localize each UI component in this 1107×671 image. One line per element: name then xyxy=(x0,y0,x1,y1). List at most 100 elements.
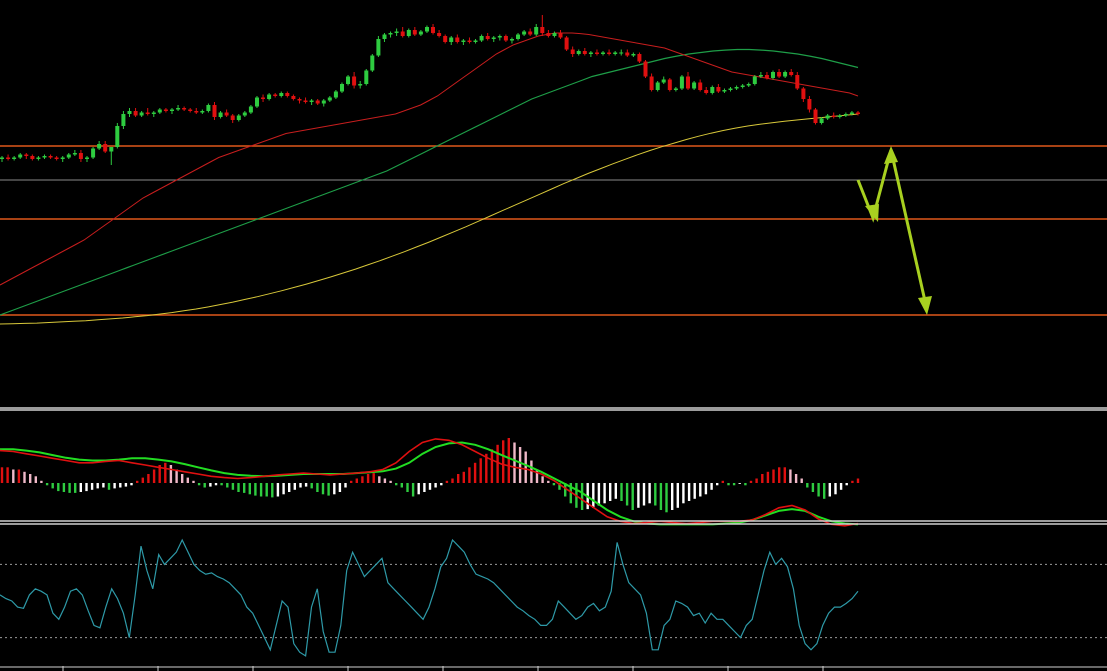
candle-body xyxy=(497,36,502,38)
candle-body xyxy=(412,30,417,35)
candle-body xyxy=(534,27,539,35)
candle-body xyxy=(133,111,138,116)
candle-body xyxy=(182,108,187,110)
candle-body xyxy=(248,106,253,113)
candle-body xyxy=(601,52,605,54)
candle-body xyxy=(66,154,71,158)
candle-body xyxy=(582,51,587,54)
candle-body xyxy=(261,97,265,99)
candle-body xyxy=(467,40,472,42)
candle-body xyxy=(200,111,205,113)
candle-body xyxy=(0,157,4,159)
candle-body xyxy=(625,52,630,56)
candle-body xyxy=(346,76,350,84)
candle-body xyxy=(85,157,89,159)
candle-body xyxy=(795,75,800,89)
candle-body xyxy=(425,27,429,32)
candle-body xyxy=(212,105,217,117)
candle-body xyxy=(722,90,727,92)
candle-body xyxy=(764,75,769,78)
candle-body xyxy=(115,126,120,147)
candle-body xyxy=(698,82,703,90)
candle-body xyxy=(473,40,478,42)
candle-body xyxy=(588,52,593,54)
candle-body xyxy=(831,115,836,117)
candle-body xyxy=(291,96,296,99)
candle-body xyxy=(825,115,830,119)
candle-body xyxy=(370,55,375,71)
candle-body xyxy=(255,97,259,107)
candle-body xyxy=(418,31,423,35)
candle-body xyxy=(170,109,174,111)
candle-body xyxy=(91,148,96,158)
candle-body xyxy=(807,99,812,110)
candle-body xyxy=(327,97,332,101)
candle-body xyxy=(315,100,320,104)
candle-body xyxy=(285,93,290,96)
candle-body xyxy=(849,112,854,114)
candle-body xyxy=(655,82,660,90)
candle-body xyxy=(704,90,709,93)
candle-body xyxy=(619,52,624,54)
candle-body xyxy=(552,33,557,36)
candle-body xyxy=(740,85,745,87)
candle-body xyxy=(813,109,818,123)
candle-body xyxy=(673,88,678,90)
candle-body xyxy=(516,34,520,39)
candle-body xyxy=(479,36,484,41)
candle-body xyxy=(236,115,241,120)
candle-body xyxy=(637,54,642,62)
candle-body xyxy=(491,37,496,39)
candle-body xyxy=(121,114,126,126)
candle-body xyxy=(661,79,666,83)
candle-body xyxy=(789,72,794,75)
candle-body xyxy=(163,109,168,111)
candle-body xyxy=(856,112,860,114)
candle-body xyxy=(777,72,782,77)
candle-body xyxy=(394,31,399,33)
candle-body xyxy=(54,157,59,159)
candle-body xyxy=(686,76,690,89)
candle-body xyxy=(97,144,102,149)
candle-body xyxy=(176,108,181,110)
candle-body xyxy=(728,88,733,90)
chart-background xyxy=(0,0,1107,671)
candle-body xyxy=(139,112,144,116)
candle-body xyxy=(18,154,23,158)
candle-body xyxy=(734,87,739,89)
candle-body xyxy=(752,76,757,84)
candle-body xyxy=(6,157,11,159)
candle-body xyxy=(78,153,83,159)
candle-body xyxy=(127,111,132,114)
candle-body xyxy=(437,33,442,36)
candle-body xyxy=(801,88,806,99)
candle-body xyxy=(273,94,278,96)
candle-body xyxy=(376,39,381,56)
candle-body xyxy=(364,70,369,84)
candle-body xyxy=(528,31,533,35)
candle-body xyxy=(24,154,29,156)
candle-body xyxy=(406,30,411,36)
candle-body xyxy=(358,84,363,86)
candle-body xyxy=(783,72,788,77)
candle-body xyxy=(303,100,308,102)
candle-body xyxy=(503,36,508,41)
candle-body xyxy=(558,33,563,38)
candle-body xyxy=(48,156,53,158)
candle-body xyxy=(843,114,848,116)
candle-body xyxy=(564,37,569,50)
candle-body xyxy=(649,76,654,90)
candle-body xyxy=(758,75,763,77)
candle-body xyxy=(455,37,460,42)
candle-body xyxy=(109,147,114,152)
candle-body xyxy=(461,40,466,42)
candle-body xyxy=(188,109,193,111)
candle-body xyxy=(631,54,636,56)
candle-body xyxy=(279,93,284,96)
candle-body xyxy=(224,112,229,116)
candle-body xyxy=(546,33,551,36)
candle-body xyxy=(667,79,672,90)
candle-body xyxy=(267,94,272,99)
candle-body xyxy=(321,100,326,104)
trading-chart xyxy=(0,0,1107,671)
